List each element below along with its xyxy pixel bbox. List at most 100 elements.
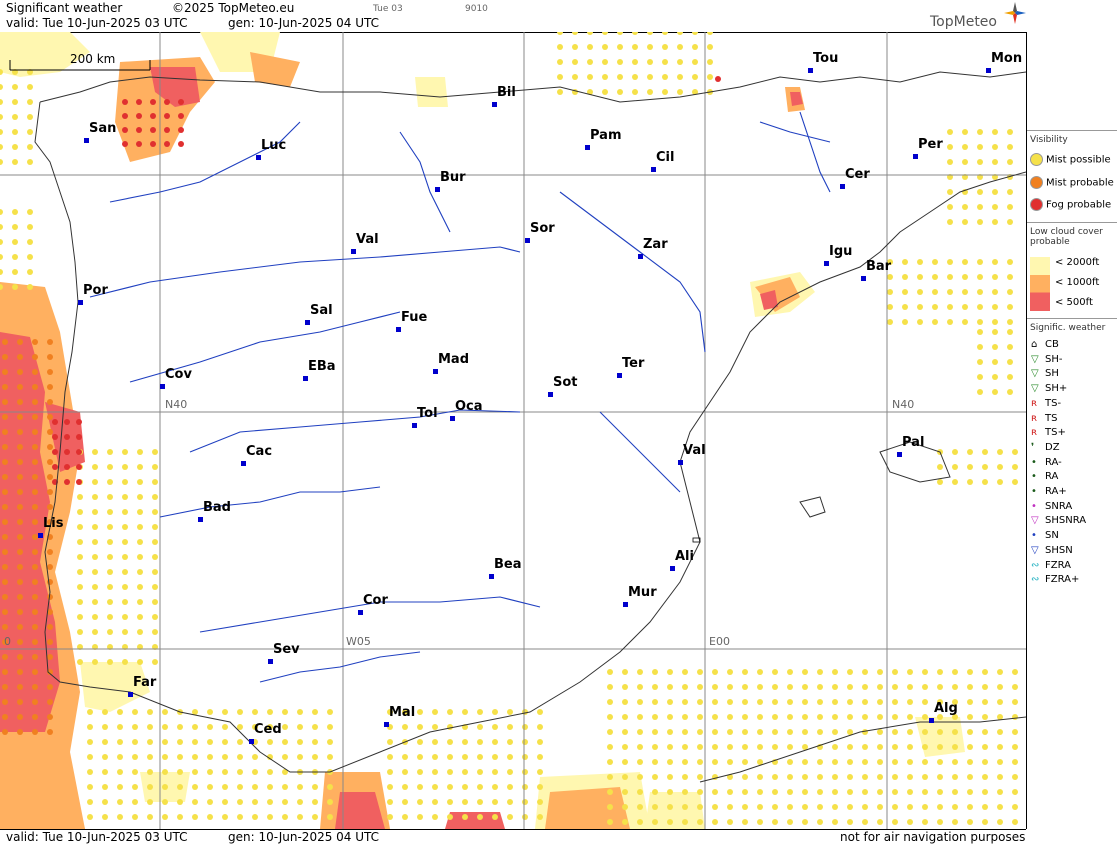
- mist-dot: [832, 789, 838, 795]
- mist-dot: [122, 141, 128, 147]
- mist-dot: [312, 799, 318, 805]
- mist-dot: [12, 269, 18, 275]
- mist-dot: [0, 254, 3, 260]
- mist-dot: [932, 304, 938, 310]
- mist-dot: [222, 799, 228, 805]
- mist-dot: [237, 814, 243, 820]
- mist-dot: [92, 494, 98, 500]
- city-label: Per: [918, 137, 943, 152]
- mist-dot: [387, 784, 393, 790]
- mist-dot: [712, 714, 718, 720]
- mist-dot: [17, 414, 23, 420]
- mist-dot: [862, 684, 868, 690]
- mist-dot: [742, 774, 748, 780]
- mist-dot: [252, 814, 258, 820]
- map-canvas: [0, 32, 1026, 829]
- mist-dot: [622, 759, 628, 765]
- mist-dot: [2, 519, 8, 525]
- mist-dot: [17, 624, 23, 630]
- mist-dot: [282, 709, 288, 715]
- mist-dot: [787, 744, 793, 750]
- mist-dot: [962, 274, 968, 280]
- mist-dot: [137, 449, 143, 455]
- city-marker: [489, 574, 494, 579]
- mist-dot: [32, 489, 38, 495]
- coastlines: [34, 71, 1026, 783]
- sigwx-item: ʀ TS+: [1031, 427, 1066, 438]
- mist-dot: [1007, 204, 1013, 210]
- legend-lc-1000: < 1000ft: [1055, 277, 1100, 288]
- mist-dot: [17, 474, 23, 480]
- mist-dot: [587, 74, 593, 80]
- mist-dot: [207, 784, 213, 790]
- mist-dot: [537, 814, 543, 820]
- mist-dot: [1012, 669, 1018, 675]
- mist-dot: [607, 804, 613, 810]
- mist-dot: [1012, 729, 1018, 735]
- mist-dot: [802, 684, 808, 690]
- mist-dot: [32, 369, 38, 375]
- mist-dot: [47, 564, 53, 570]
- mist-dot: [47, 489, 53, 495]
- city-marker: [617, 373, 622, 378]
- city-label: Val: [356, 232, 379, 247]
- mist-dot: [862, 759, 868, 765]
- mist-dot: [297, 739, 303, 745]
- mist-dot: [1012, 464, 1018, 470]
- mist-dot: [47, 414, 53, 420]
- mist-dot: [64, 419, 70, 425]
- mist-dot: [622, 789, 628, 795]
- mist-dot: [137, 524, 143, 530]
- mist-dot: [622, 744, 628, 750]
- mist-dot: [1012, 714, 1018, 720]
- mist-dot: [712, 789, 718, 795]
- mist-dot: [282, 814, 288, 820]
- mist-dot: [992, 389, 998, 395]
- mist-dot: [982, 774, 988, 780]
- mist-dot: [77, 584, 83, 590]
- sigwx-symbol-icon: ∾: [1031, 559, 1040, 571]
- lowcloud-swatch: [1030, 257, 1050, 311]
- mist-dot: [267, 739, 273, 745]
- weather-map[interactable]: 200 km N40 N40 W05 E00 0 San Luc Bil Pam Cil…: [0, 32, 1027, 829]
- mist-dot: [757, 759, 763, 765]
- mist-dot: [947, 259, 953, 265]
- grid-label-n40-east: N40: [892, 398, 915, 411]
- mist-dot: [117, 724, 123, 730]
- lowcloud-legend: Low cloud cover probable < 2000ft < 1000…: [1027, 222, 1117, 319]
- mist-dot: [32, 519, 38, 525]
- city-marker: [396, 327, 401, 332]
- mist-dot: [947, 304, 953, 310]
- mist-dot: [652, 729, 658, 735]
- mist-dot: [32, 609, 38, 615]
- mist-dot: [617, 32, 623, 35]
- city-label: Alg: [934, 701, 958, 716]
- mist-dot: [152, 629, 158, 635]
- mist-dot: [667, 759, 673, 765]
- mist-dot: [607, 714, 613, 720]
- mist-dot: [492, 799, 498, 805]
- sigwx-symbol-icon: •: [1031, 456, 1037, 468]
- mist-dot: [952, 744, 958, 750]
- mist-dot: [122, 99, 128, 105]
- mist-dot: [2, 564, 8, 570]
- mist-dot: [677, 44, 683, 50]
- mist-dot: [587, 59, 593, 65]
- mist-dot: [682, 684, 688, 690]
- mist-dot: [417, 709, 423, 715]
- footer-gen: gen: 10-Jun-2025 04 UTC: [228, 830, 380, 844]
- mist-dot: [17, 699, 23, 705]
- mist-dot: [712, 729, 718, 735]
- mist-dot: [492, 724, 498, 730]
- sigwx-symbol-icon: ∾: [1031, 574, 1040, 586]
- mist-dot: [92, 659, 98, 665]
- city-marker: [897, 452, 902, 457]
- city-marker: [241, 461, 246, 466]
- mist-dot: [632, 44, 638, 50]
- city-label: Bad: [203, 500, 231, 515]
- mist-dot: [817, 789, 823, 795]
- mist-dot: [667, 744, 673, 750]
- city-marker: [412, 423, 417, 428]
- mist-dot: [92, 524, 98, 530]
- mist-dot: [107, 599, 113, 605]
